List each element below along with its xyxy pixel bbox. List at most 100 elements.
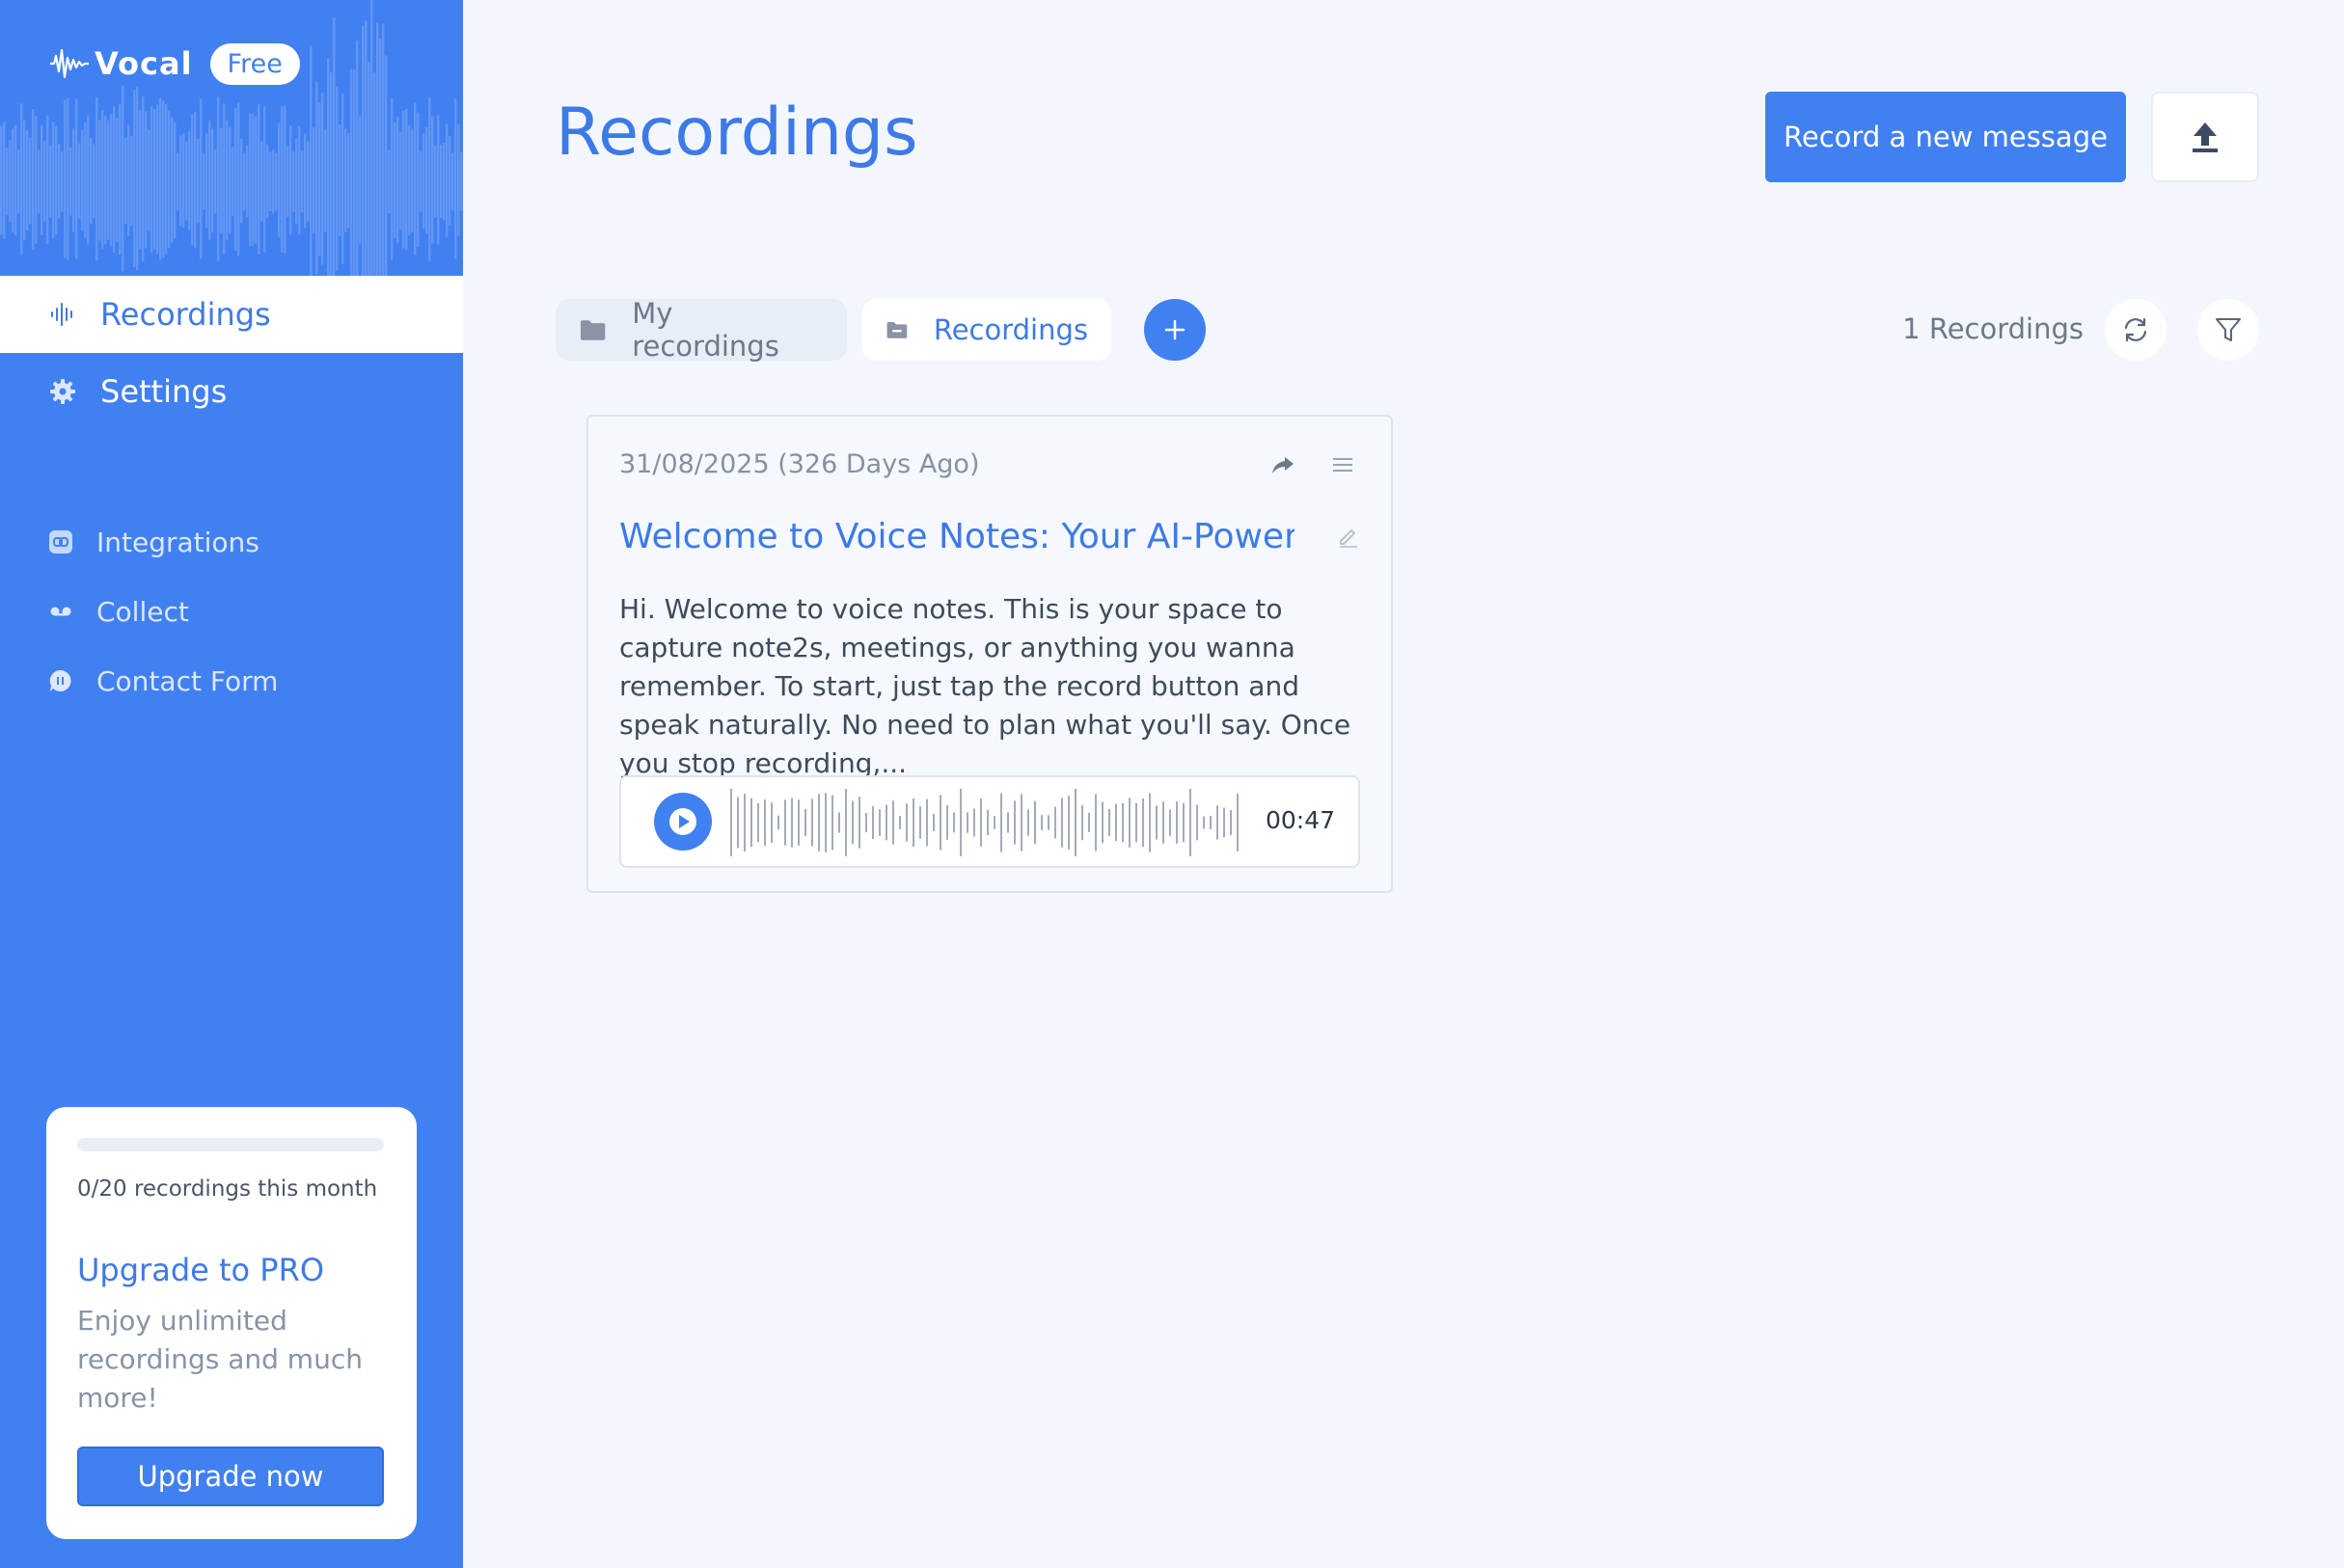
brand-wave-bar: [205, 133, 208, 229]
brand-wave-bar: [394, 122, 396, 238]
brand-wave-bar: [318, 102, 321, 257]
refresh-button[interactable]: [2105, 299, 2167, 361]
brand-wave-bar: [217, 96, 220, 261]
brand-wave-bar: [203, 153, 205, 210]
brand-wave-bar: [124, 137, 127, 225]
brand-wave-bar: [240, 139, 243, 224]
brand-wave-bar: [356, 41, 359, 276]
brand-wave-bar: [17, 149, 20, 214]
brand-wave-bar: [376, 22, 379, 276]
sidebar-item-settings[interactable]: Settings: [0, 353, 463, 430]
brand-wave-bar: [174, 122, 177, 238]
brand-wave-bar: [159, 97, 162, 260]
brand-wave-bar: [414, 103, 417, 256]
brand-wave-bar: [150, 106, 153, 253]
brand-wave-bar: [460, 151, 463, 211]
brand-wave-bar: [87, 115, 90, 245]
brand-wave-bar: [226, 120, 229, 240]
sidebar-item-label: Recordings: [100, 296, 271, 333]
usage-progress-bar: [77, 1138, 384, 1151]
brand-wave-bar: [46, 115, 49, 245]
brand-wave-bar: [113, 106, 116, 253]
brand-wave-bar: [457, 124, 460, 236]
brand-wave-bar: [327, 58, 330, 276]
brand-wave-bar: [93, 144, 95, 219]
brand-wave-bar: [136, 86, 139, 271]
brand-wave-bar: [295, 138, 298, 225]
brand-wave-bar: [84, 122, 87, 238]
brand-wave-bar: [211, 128, 214, 232]
brand-wave-bar: [379, 38, 382, 276]
brand-wave-bar: [307, 141, 310, 222]
brand-wave-bar: [104, 115, 107, 245]
brand-wave-bar: [75, 98, 78, 259]
sidebar-item-collect[interactable]: Collect: [0, 584, 463, 638]
brand-wave-bar: [153, 109, 156, 251]
folder-inbox-icon: [886, 322, 908, 338]
play-button[interactable]: [654, 793, 712, 851]
page-title: Recordings: [556, 95, 918, 171]
brand-wave-bar: [142, 96, 145, 261]
sidebar: Vocal Free Recordings Settings Integrati…: [0, 0, 463, 1568]
sidebar-item-contact-form[interactable]: Contact Form: [0, 654, 463, 708]
sidebar-item-label: Contact Form: [96, 664, 279, 697]
brand-wave-bar: [237, 102, 240, 257]
upgrade-now-button[interactable]: Upgrade now: [77, 1446, 384, 1506]
brand-wave-bar: [78, 143, 81, 220]
brand-wave-bar: [396, 116, 399, 244]
add-folder-button[interactable]: [1144, 299, 1206, 361]
brand-wave-bar: [69, 147, 72, 216]
sidebar-item-recordings[interactable]: Recordings: [0, 276, 463, 353]
menu-icon[interactable]: [1329, 451, 1356, 478]
brand-wave-bar: [298, 125, 301, 235]
brand-wave-bar: [38, 149, 41, 214]
share-icon[interactable]: [1269, 451, 1296, 478]
folder-tab-recordings[interactable]: Recordings: [862, 299, 1111, 361]
record-new-message-button[interactable]: Record a new message: [1765, 92, 2126, 182]
brand-wave-bar: [232, 147, 234, 216]
brand-wave-bar: [194, 111, 197, 248]
brand-wave-bar: [324, 129, 327, 232]
brand-wave-bar: [422, 132, 425, 229]
brand-wave-bar: [449, 136, 451, 227]
voicemail-icon: [50, 607, 71, 616]
upgrade-card: 0/20 recordings this month Upgrade to PR…: [46, 1107, 417, 1539]
recording-duration: 00:47: [1266, 806, 1336, 834]
brand-wave-bar: [3, 122, 6, 239]
brand-header: Vocal Free: [0, 0, 463, 276]
audio-waveform[interactable]: [727, 787, 1248, 858]
folder-tab-my-recordings[interactable]: My recordings: [556, 297, 847, 363]
brand-wave-bar: [133, 90, 136, 268]
filter-button[interactable]: [2197, 299, 2259, 361]
sidebar-item-integrations[interactable]: Integrations: [0, 515, 463, 569]
brand-wave-bar: [148, 129, 150, 231]
brand-wave-bar: [116, 118, 119, 242]
link-icon: [49, 530, 72, 554]
brand-wave-bar: [179, 135, 182, 227]
upgrade-description: Enjoy unlimited recordings and much more…: [77, 1305, 363, 1414]
brand-wave-bar: [67, 97, 69, 260]
recording-card[interactable]: 31/08/2025 (326 Days Ago) Welcome to Voi…: [586, 415, 1393, 893]
brand-wave-bar: [347, 133, 350, 229]
brand-wave-bar: [171, 117, 174, 243]
recording-title[interactable]: Welcome to Voice Notes: Your AI-Power...: [619, 517, 1295, 556]
upload-icon: [2193, 122, 2218, 152]
brand-wave-bar: [101, 109, 104, 250]
logo[interactable]: Vocal Free: [48, 42, 300, 85]
edit-pencil-icon[interactable]: [1337, 525, 1360, 548]
brand-wave-bar: [405, 109, 408, 251]
waveform-icon: [51, 303, 72, 326]
brand-wave-bar: [49, 145, 52, 218]
sidebar-item-label: Integrations: [96, 526, 259, 558]
brand-wave-bar: [272, 149, 275, 214]
upload-button[interactable]: [2151, 92, 2259, 182]
folder-icon: [580, 320, 606, 340]
brand-wave-bar: [220, 127, 223, 233]
brand-wave-bar: [6, 148, 9, 216]
sidebar-item-label: Settings: [100, 373, 228, 410]
brand-wave-bar: [110, 114, 113, 246]
brand-wave-bar: [373, 72, 376, 276]
brand-wave-bar: [350, 68, 353, 276]
brand-wave-bar: [98, 119, 101, 241]
brand-wave-bar: [304, 133, 307, 229]
